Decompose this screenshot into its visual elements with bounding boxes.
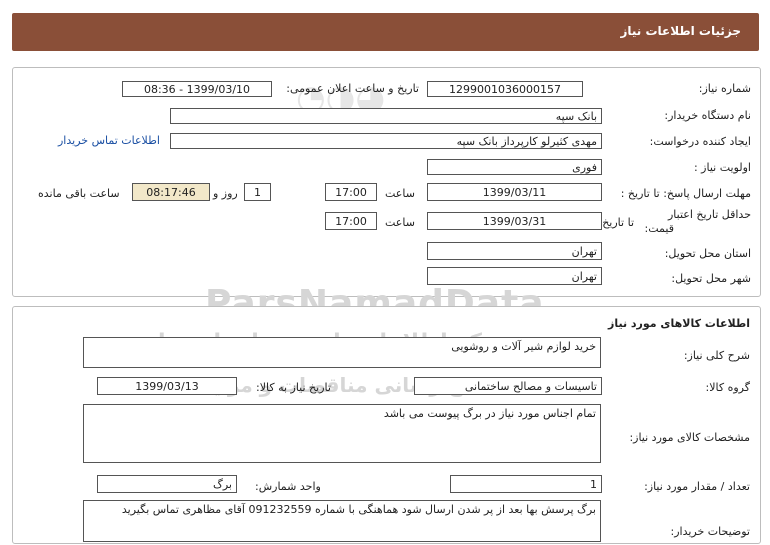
need-number-label: شماره نیاز:: [698, 82, 751, 95]
validity-time-label: ساعت: [385, 216, 415, 229]
need-date-label: تاریخ نیاز به کالا:: [256, 381, 331, 394]
reply-deadline-label: مهلت ارسال پاسخ: تا تاریخ :: [620, 187, 751, 200]
reply-time-label: ساعت: [385, 187, 415, 200]
unit-label: واحد شمارش:: [255, 480, 321, 493]
need-date-field: 1399/03/13: [97, 377, 237, 395]
reply-date-field: 1399/03/11: [427, 183, 602, 201]
city-field: تهران: [427, 267, 602, 285]
province-field: تهران: [427, 242, 602, 260]
reply-time-field: 17:00: [325, 183, 377, 201]
announce-date-field: 1399/03/10 - 08:36: [122, 81, 272, 97]
buyer-contact-link[interactable]: اطلاعات تماس خریدار: [58, 134, 160, 147]
buyer-org-label: نام دستگاه خریدار:: [664, 109, 751, 122]
announce-date-label: تاریخ و ساعت اعلان عمومی:: [286, 82, 419, 95]
page-header: جزئیات اطلاعات نیاز: [12, 13, 759, 51]
province-label: استان محل تحویل:: [664, 247, 751, 260]
validity-time-field: 17:00: [325, 212, 377, 230]
remaining-time-field: 08:17:46: [132, 183, 210, 201]
city-label: شهر محل تحویل:: [671, 272, 751, 285]
quantity-label: تعداد / مقدار مورد نیاز:: [644, 480, 750, 493]
buyer-org-field: بانک سپه: [170, 108, 602, 124]
page-title: جزئیات اطلاعات نیاز: [620, 24, 741, 38]
specs-field: تمام اجناس مورد نیاز در برگ پیوست می باش…: [83, 404, 601, 463]
validity-date-field: 1399/03/31: [427, 212, 602, 230]
goods-section-title: اطلاعات کالاهای مورد نیاز: [608, 317, 750, 330]
validity-label-line2: قیمت:: [644, 222, 674, 235]
requester-field: مهدی کثیرلو کارپرداز بانک سپه: [170, 133, 602, 149]
buyer-notes-label: توضیحات خریدار:: [670, 525, 751, 538]
requester-label: ایجاد کننده درخواست:: [649, 135, 751, 148]
buyer-notes-field: برگ پرسش بها بعد از پر شدن ارسال شود هما…: [83, 500, 601, 542]
priority-field: فوری: [427, 159, 602, 175]
need-number-field: 1299001036000157: [427, 81, 583, 97]
priority-label: اولویت نیاز :: [693, 161, 751, 174]
goods-group-label: گروه کالا:: [705, 381, 750, 394]
specs-label: مشخصات کالای مورد نیاز:: [629, 431, 750, 444]
quantity-field: 1: [450, 475, 602, 493]
days-label: روز و: [213, 187, 238, 200]
remaining-time-label: ساعت باقی مانده: [38, 187, 120, 200]
need-info-panel: [12, 67, 761, 297]
validity-label-line1: حداقل تاریخ اعتبار: [667, 208, 751, 221]
goods-group-field: تاسیسات و مصالح ساختمانی: [414, 377, 602, 395]
remaining-days-field: 1: [244, 183, 271, 201]
summary-field: خرید لوازم شیر آلات و روشویی: [83, 337, 601, 368]
unit-field: برگ: [97, 475, 237, 493]
summary-label: شرح کلی نیاز:: [683, 349, 750, 362]
